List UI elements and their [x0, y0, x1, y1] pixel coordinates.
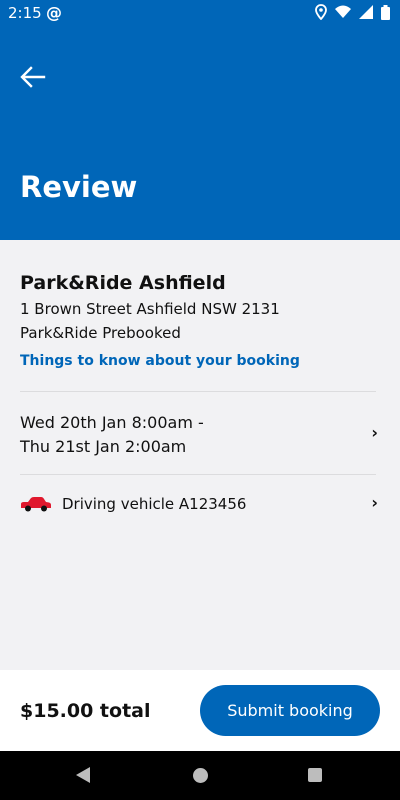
place-address: 1 Brown Street Ashfield NSW 2131 [20, 300, 280, 318]
nav-back-icon[interactable] [76, 767, 90, 783]
chevron-right-icon: › [371, 423, 378, 442]
product-type: Park&Ride Prebooked [20, 324, 181, 342]
location-icon [315, 4, 327, 20]
footer: $15.00 total Submit booking [0, 670, 400, 751]
back-arrow-icon [20, 66, 46, 88]
booking-time-row[interactable]: Wed 20th Jan 8:00am - Thu 21st Jan 2:00a… [0, 403, 400, 473]
vehicle-text: Driving vehicle A123456 [62, 495, 247, 513]
booking-time-start: Wed 20th Jan 8:00am - [20, 413, 204, 432]
nav-home-icon[interactable] [193, 768, 208, 783]
status-bar: 2:15 @ [0, 0, 400, 26]
booking-info-link[interactable]: Things to know about your booking [20, 353, 300, 369]
battery-icon [381, 4, 390, 20]
chevron-right-icon: › [371, 493, 378, 512]
status-icons [315, 4, 390, 20]
header: Review [0, 26, 400, 240]
system-nav-bar [0, 751, 400, 800]
place-name: Park&Ride Ashfield [20, 272, 226, 294]
wifi-icon [335, 5, 351, 18]
car-icon [21, 497, 51, 512]
booking-time: Wed 20th Jan 8:00am - Thu 21st Jan 2:00a… [20, 411, 204, 459]
page-title: Review [20, 170, 138, 204]
divider [20, 474, 376, 475]
booking-details: Park&Ride Ashfield 1 Brown Street Ashfie… [0, 240, 400, 670]
divider [20, 391, 376, 392]
status-time: 2:15 [8, 4, 42, 22]
nav-recents-icon[interactable] [308, 768, 322, 782]
submit-booking-button[interactable]: Submit booking [200, 685, 380, 736]
signal-icon [359, 5, 373, 19]
booking-time-end: Thu 21st Jan 2:00am [20, 437, 187, 456]
app-notification-icon: @ [46, 3, 62, 22]
back-button[interactable] [18, 64, 48, 90]
total-price: $15.00 total [20, 700, 151, 722]
vehicle-row[interactable]: Driving vehicle A123456 › [0, 488, 400, 526]
